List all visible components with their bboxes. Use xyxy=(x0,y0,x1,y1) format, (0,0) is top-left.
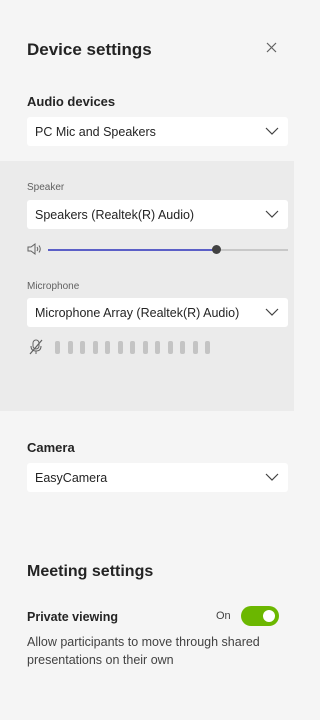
private-viewing-toggle[interactable] xyxy=(241,606,279,626)
speaker-volume-icon xyxy=(27,243,41,255)
audio-device-value: PC Mic and Speakers xyxy=(35,124,156,139)
chevron-down-icon xyxy=(265,473,279,481)
mic-level-bar xyxy=(205,341,210,354)
private-viewing-description: Allow participants to move through share… xyxy=(27,635,260,667)
camera-value: EasyCamera xyxy=(35,470,108,485)
chevron-down-icon xyxy=(265,127,279,135)
speaker-value: Speakers (Realtek(R) Audio) xyxy=(35,207,195,222)
mic-level-bar xyxy=(155,341,160,354)
audio-devices-label: Audio devices xyxy=(27,94,116,109)
speaker-volume-thumb[interactable] xyxy=(212,245,221,254)
speaker-volume-slider[interactable] xyxy=(48,245,288,254)
mic-level-bar xyxy=(192,341,198,354)
panel-title: Device settings xyxy=(27,40,152,59)
mic-level-bar xyxy=(55,341,60,354)
mic-level-bar xyxy=(180,341,185,354)
mic-level-bar xyxy=(92,341,98,354)
meeting-settings-title: Meeting settings xyxy=(27,563,154,580)
microphone-dropdown[interactable]: Microphone Array (Realtek(R) Audio) xyxy=(27,298,288,327)
device-settings-panel: Device settings Audio devices PC Mic and… xyxy=(0,0,294,720)
private-viewing-state: On xyxy=(216,610,231,622)
microphone-label: Microphone xyxy=(27,281,80,292)
audio-device-dropdown[interactable]: PC Mic and Speakers xyxy=(27,117,288,146)
mic-level-bar xyxy=(130,341,135,354)
chevron-down-icon xyxy=(265,210,279,218)
mic-level-bar xyxy=(167,341,173,354)
chevron-down-icon xyxy=(265,308,279,316)
speaker-dropdown[interactable]: Speakers (Realtek(R) Audio) xyxy=(27,200,288,229)
mic-level-bar xyxy=(117,341,123,354)
mic-level-bar xyxy=(142,341,148,354)
mic-off-icon xyxy=(29,339,43,355)
toggle-knob xyxy=(263,610,275,622)
speaker-volume-fill xyxy=(48,249,216,251)
private-viewing-label: Private viewing xyxy=(27,610,119,624)
camera-dropdown[interactable]: EasyCamera xyxy=(27,463,288,492)
mic-level-bar xyxy=(80,341,85,354)
camera-label: Camera xyxy=(27,440,75,455)
close-icon[interactable] xyxy=(264,40,280,56)
mic-level-bar xyxy=(67,341,73,354)
mic-level-bar xyxy=(105,341,110,354)
microphone-value: Microphone Array (Realtek(R) Audio) xyxy=(35,305,240,320)
speaker-label: Speaker xyxy=(27,182,65,193)
